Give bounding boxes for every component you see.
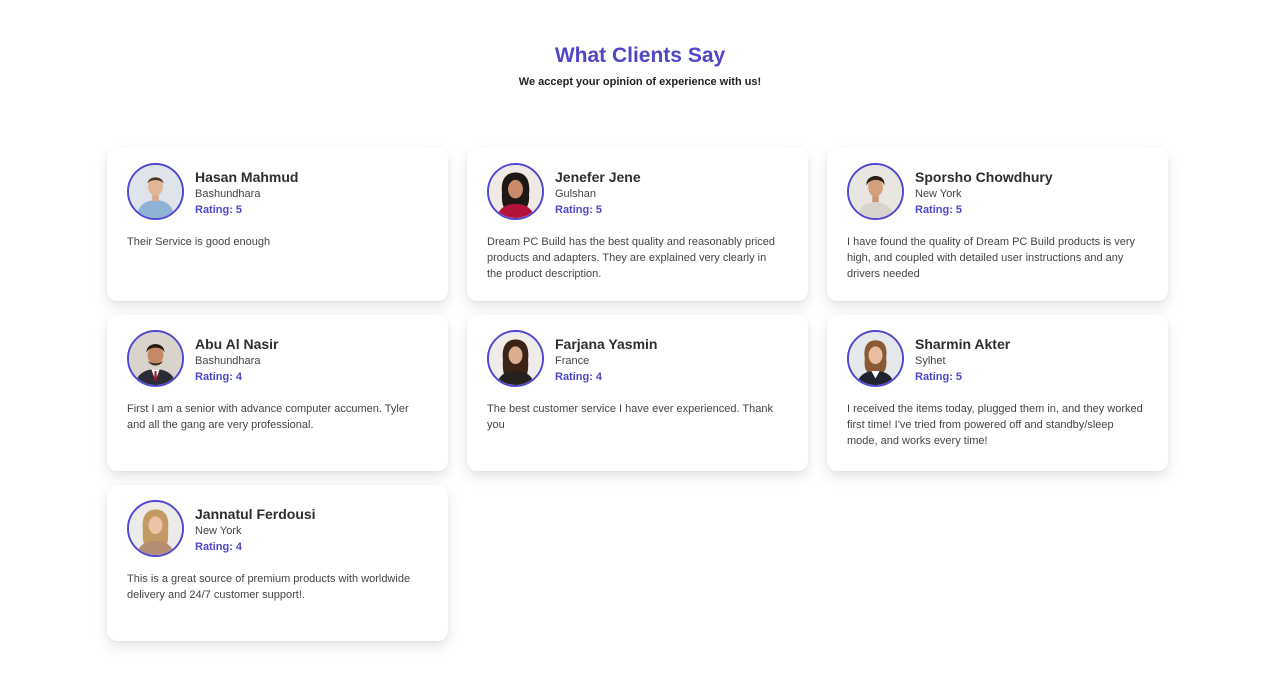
testimonial-text: First I am a senior with advance compute…	[127, 403, 409, 431]
testimonial-card: Jenefer Jene Gulshan Rating: 5 Dream PC B…	[467, 148, 808, 301]
rating-label: Rating:	[195, 204, 233, 216]
client-name: Jannatul Ferdousi	[195, 506, 316, 522]
rating-value: 5	[595, 204, 603, 216]
client-location: Gulshan	[555, 188, 596, 200]
rating-value: 4	[235, 371, 243, 383]
avatar	[847, 163, 904, 220]
testimonial-card: Sharmin Akter Sylhet Rating: 5 I received…	[827, 315, 1168, 471]
testimonial-text: This is a great source of premium produc…	[127, 573, 411, 601]
avatar	[127, 500, 184, 557]
client-rating: Rating: 5	[555, 203, 641, 217]
client-name: Sharmin Akter	[915, 336, 1011, 352]
avatar	[127, 163, 184, 220]
rating-label: Rating:	[915, 371, 953, 383]
testimonial-card: Farjana Yasmin France Rating: 4 The best …	[467, 315, 808, 471]
testimonial-text: Dream PC Build has the best quality and …	[487, 236, 775, 280]
avatar	[487, 330, 544, 387]
rating-value: 5	[955, 204, 963, 216]
client-name: Abu Al Nasir	[195, 336, 279, 352]
section-subtitle: We accept your opinion of experience wit…	[518, 76, 762, 88]
client-location: Bashundhara	[195, 355, 261, 367]
rating-value: 4	[235, 541, 243, 553]
client-name: Sporsho Chowdhury	[915, 169, 1053, 185]
rating-label: Rating:	[195, 541, 233, 553]
client-location: France	[555, 355, 590, 367]
testimonials-section: What Clients Say We accept your opinion …	[0, 0, 1280, 674]
client-name: Hasan Mahmud	[195, 169, 299, 185]
client-rating: Rating: 4	[555, 370, 657, 384]
rating-label: Rating:	[915, 204, 953, 216]
rating-value: 5	[955, 371, 963, 383]
client-location: New York	[915, 188, 962, 200]
avatar	[487, 163, 544, 220]
client-rating: Rating: 4	[195, 370, 279, 384]
testimonial-grid: Hasan Mahmud Bashundhara Rating: 5 Their …	[107, 148, 1168, 641]
testimonial-card: Sporsho Chowdhury New York Rating: 5 I ha…	[827, 148, 1168, 301]
client-name: Farjana Yasmin	[555, 336, 658, 352]
avatar	[127, 330, 184, 387]
testimonial-text: The best customer service I have ever ex…	[487, 403, 773, 431]
rating-label: Rating:	[555, 204, 593, 216]
client-rating: Rating: 5	[915, 203, 1053, 217]
rating-label: Rating:	[195, 371, 233, 383]
client-name: Jenefer Jene	[555, 169, 641, 185]
testimonial-card: Jannatul Ferdousi New York Rating: 4 This…	[107, 485, 448, 641]
rating-value: 4	[595, 371, 603, 383]
avatar	[847, 330, 904, 387]
rating-label: Rating:	[555, 371, 593, 383]
testimonial-text: I received the items today, plugged them…	[847, 403, 1143, 447]
client-location: New York	[195, 525, 242, 537]
testimonial-card: Hasan Mahmud Bashundhara Rating: 5 Their …	[107, 148, 448, 301]
testimonial-text: Their Service is good enough	[127, 236, 271, 248]
rating-value: 5	[235, 204, 243, 216]
testimonial-text: I have found the quality of Dream PC Bui…	[847, 236, 1135, 280]
client-rating: Rating: 4	[195, 540, 316, 554]
client-rating: Rating: 5	[195, 203, 298, 217]
section-title: What Clients Say	[554, 44, 726, 67]
client-location: Bashundhara	[195, 188, 261, 200]
client-rating: Rating: 5	[915, 370, 1010, 384]
client-location: Sylhet	[915, 355, 946, 367]
testimonial-card: Abu Al Nasir Bashundhara Rating: 4 First …	[107, 315, 448, 471]
